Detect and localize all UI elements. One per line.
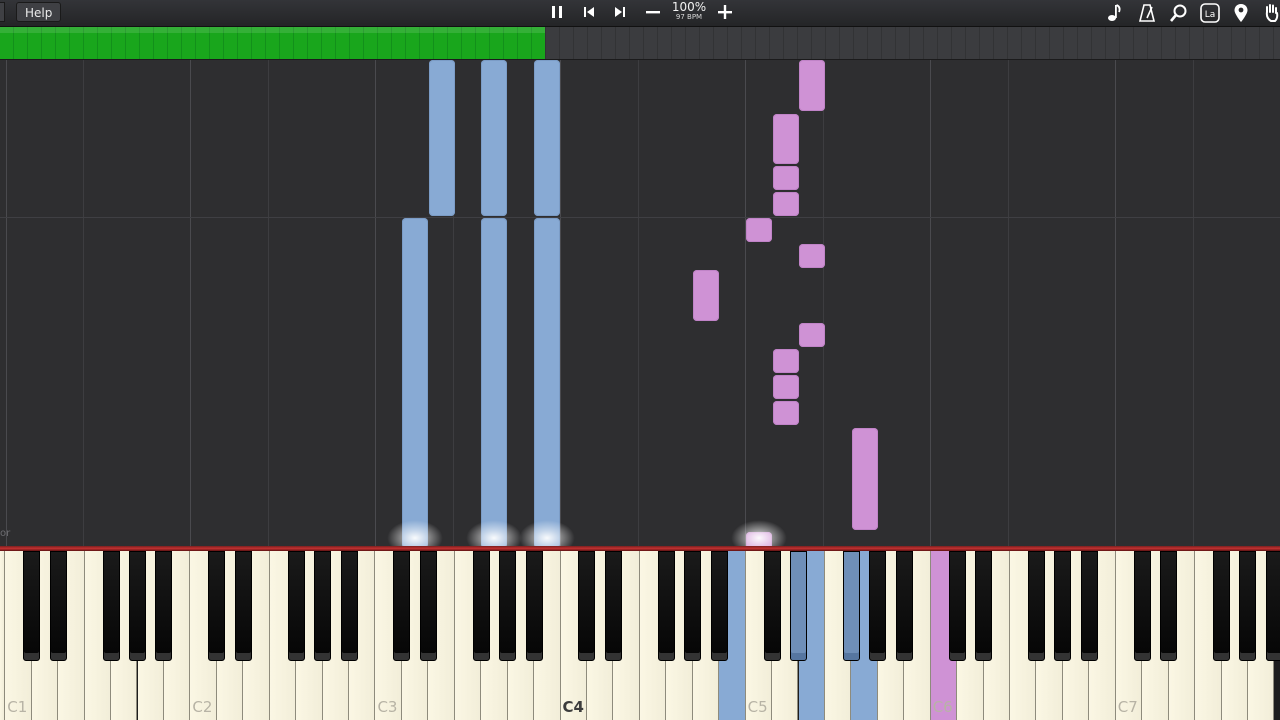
note-right-hand [799,60,825,111]
menu-stub[interactable] [0,2,5,22]
black-key[interactable] [314,551,332,661]
black-key[interactable] [657,551,675,661]
grid-line [745,60,746,546]
search-icon[interactable] [1169,3,1189,22]
grid-line [1193,60,1194,546]
black-key[interactable] [1239,551,1257,661]
octave-label: C2 [192,698,213,716]
skip-forward-icon[interactable] [612,3,628,21]
skip-back-icon[interactable] [581,3,597,21]
song-progress-bar[interactable] [0,27,1280,60]
black-key[interactable] [49,551,67,661]
help-button[interactable]: Help [16,2,62,22]
grid-line [83,60,84,546]
black-key[interactable] [525,551,543,661]
black-key[interactable] [472,551,490,661]
note-right-hand [693,270,719,321]
black-key[interactable] [1213,551,1231,661]
grid-line [560,60,561,546]
minus-icon[interactable] [644,3,662,21]
note-left-hand [481,60,507,216]
note-right-hand [773,192,799,216]
black-key[interactable] [393,551,411,661]
grid-line [1008,60,1009,546]
grid-line [823,60,824,546]
note-left-hand [534,60,560,216]
black-key[interactable] [604,551,622,661]
black-key[interactable] [842,551,860,661]
plus-icon[interactable] [716,3,734,21]
black-key[interactable] [499,551,517,661]
note-right-hand [746,218,772,242]
note-right-hand [852,428,878,530]
octave-label: C6 [932,698,953,716]
black-key[interactable] [895,551,913,661]
black-key[interactable] [1027,551,1045,661]
note-left-hand [534,218,560,548]
black-key[interactable] [1265,551,1280,661]
black-key[interactable] [975,551,993,661]
speed-percent: 100% [671,0,707,14]
note-left-hand [402,218,428,548]
note-right-hand [773,349,799,373]
grid-line [268,60,269,546]
octave-label: C4 [562,698,584,716]
piano-keyboard: C1 C2 C3 C4 C5 C6 C7 [0,551,1280,720]
black-key[interactable] [208,551,226,661]
black-key[interactable] [763,551,781,661]
location-pin-icon[interactable] [1233,3,1249,22]
black-key[interactable] [1160,551,1178,661]
black-key[interactable] [155,551,173,661]
bpm-label: 97 BPM [675,13,703,21]
black-key[interactable] [710,551,728,661]
black-key[interactable] [869,551,887,661]
grid-line [190,60,191,546]
grid-line [6,60,7,546]
black-key[interactable] [419,551,437,661]
corner-label: or [0,528,11,539]
black-key[interactable] [790,551,807,661]
note-right-hand [773,166,799,190]
piano-roll [0,60,1280,556]
grid-line [638,60,639,546]
svg-text:La: La [1205,10,1216,20]
black-key[interactable] [948,551,966,661]
grid-line [930,60,931,546]
black-key[interactable] [578,551,596,661]
black-key[interactable] [1133,551,1151,661]
grid-line [1115,60,1116,546]
note-left-hand [429,60,455,216]
black-key[interactable] [1080,551,1098,661]
hand-icon[interactable] [1264,3,1280,22]
note-right-hand [773,375,799,399]
toolbar: Help 100% 97 BPM La [0,0,1280,27]
black-key[interactable] [234,551,252,661]
grid-line [375,60,376,546]
music-note-icon[interactable] [1106,3,1124,21]
note-right-hand [799,244,825,268]
black-key[interactable] [23,551,41,661]
progress-fill [0,27,546,59]
note-right-hand [773,401,799,425]
black-key[interactable] [340,551,358,661]
octave-label: C1 [7,698,28,716]
octave-label: C5 [747,698,768,716]
octave-label: C7 [1117,698,1138,716]
speed-readout: 100% 97 BPM [670,0,708,21]
pause-icon[interactable] [549,3,565,21]
note-right-hand [773,114,799,164]
black-key[interactable] [287,551,305,661]
note-left-hand [481,218,507,548]
black-key[interactable] [1054,551,1072,661]
label-icon[interactable]: La [1200,3,1220,23]
metronome-icon[interactable] [1138,3,1156,22]
note-right-hand [799,323,825,347]
octave-label: C3 [377,698,398,716]
black-key[interactable] [684,551,702,661]
measure-line [0,217,1280,218]
black-key[interactable] [102,551,120,661]
black-key[interactable] [129,551,146,661]
